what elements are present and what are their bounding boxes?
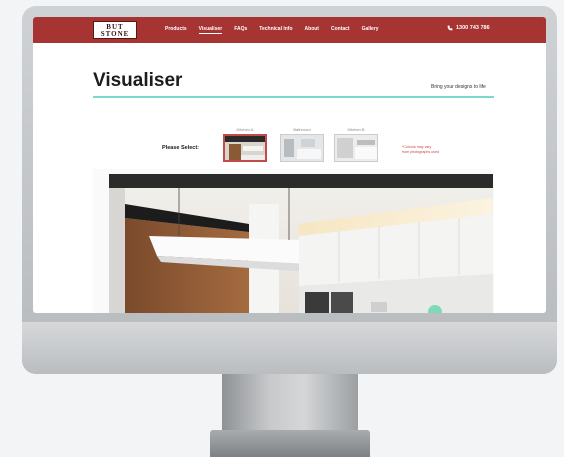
phone-number: 1300 743 786 — [456, 25, 490, 31]
nav-products[interactable]: Products — [165, 26, 187, 34]
select-prompt: Please Select: — [162, 145, 199, 151]
option-kitchen-b[interactable]: Kitchen B — [334, 127, 378, 162]
monitor-stand — [222, 374, 358, 434]
title-underline — [93, 96, 494, 98]
logo-line-2: STONE — [100, 30, 130, 38]
option-label: Kitchen A — [236, 127, 254, 132]
phone-link[interactable]: 1300 743 786 — [447, 25, 490, 31]
brand-logo[interactable]: BUT STONE — [93, 21, 137, 39]
option-bathroom[interactable]: Bathroom — [280, 127, 324, 162]
nav-technical-info[interactable]: Technical Info — [259, 26, 292, 34]
note-line-2: from photographs used — [402, 149, 439, 154]
option-kitchen-a[interactable]: Kitchen A — [223, 127, 267, 162]
option-thumbnail — [280, 134, 324, 162]
nav-about[interactable]: About — [305, 26, 319, 34]
nav-contact[interactable]: Contact — [331, 26, 350, 34]
option-label: Bathroom — [293, 127, 311, 132]
phone-icon — [447, 25, 453, 31]
option-label: Kitchen B — [347, 127, 365, 132]
kitchen-preview-image[interactable] — [109, 174, 493, 313]
nav-visualiser[interactable]: Visualiser — [198, 26, 223, 34]
browser-screen: BUT STONE Products Visualiser FAQs Techn… — [33, 17, 546, 313]
nav-gallery[interactable]: Gallery — [362, 26, 379, 34]
monitor-base — [210, 430, 370, 457]
option-thumbnail — [334, 134, 378, 162]
nav-faqs[interactable]: FAQs — [234, 26, 247, 34]
page-title: Visualiser — [93, 70, 183, 91]
visualiser-preview — [93, 169, 494, 313]
top-navbar: BUT STONE Products Visualiser FAQs Techn… — [33, 17, 546, 43]
page-tagline: Bring your designs to life — [431, 84, 486, 90]
monitor-chin — [22, 322, 557, 374]
colour-disclaimer: *Colours may vary from photographs used — [402, 145, 439, 154]
main-nav: Products Visualiser FAQs Technical Info … — [165, 26, 391, 34]
option-thumbnail — [223, 134, 267, 162]
